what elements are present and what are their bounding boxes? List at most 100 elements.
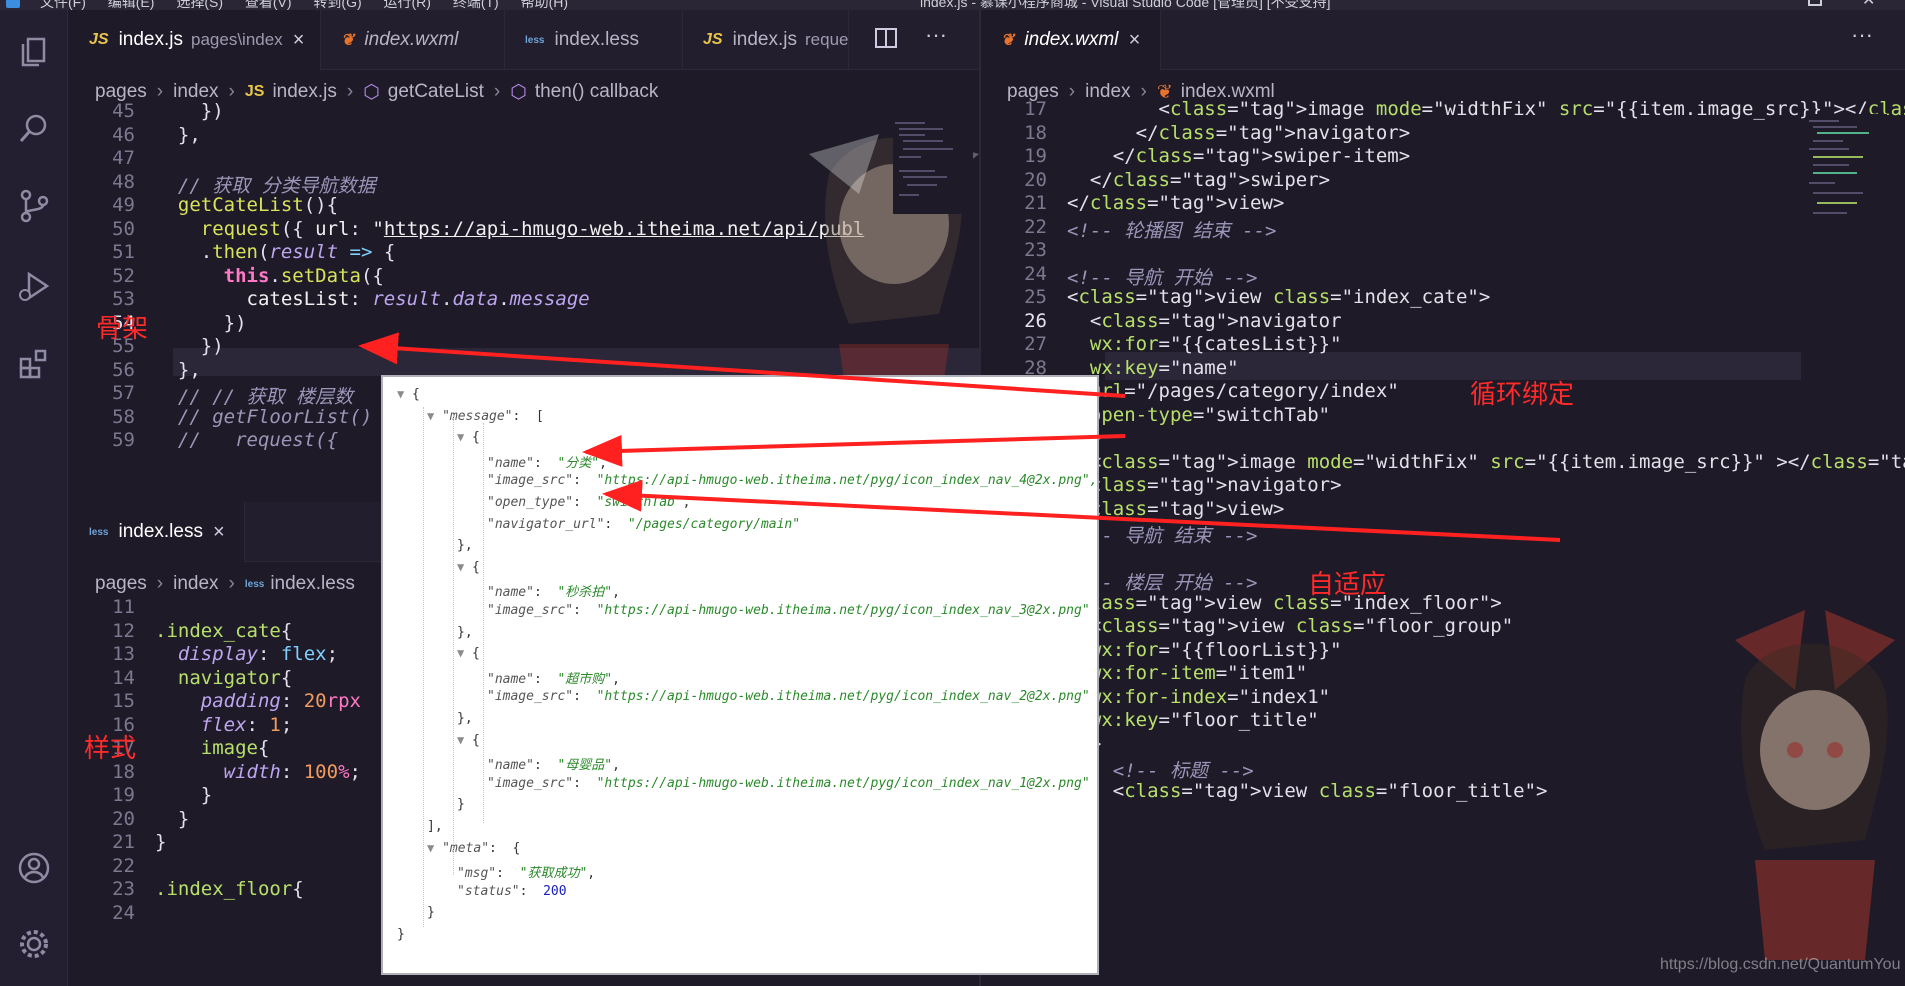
json-line: "name": "母婴品", (487, 758, 620, 774)
code-line[interactable]: // request({ (155, 429, 338, 451)
tab-index-less[interactable]: less index.less (505, 10, 683, 70)
json-line: "image_src": "https://api-hmugo-web.ithe… (487, 775, 1090, 791)
code-line[interactable]: url="/pages/category/index" (1067, 380, 1399, 402)
less-file-icon: less (525, 34, 545, 46)
run-debug-icon[interactable] (14, 266, 54, 306)
code-line[interactable]: </class="tag">view> (1067, 192, 1284, 214)
code-line[interactable]: wx:key="floor_title" (1067, 709, 1319, 731)
code-line[interactable]: <class="tag">view class="floor_title"> (1067, 780, 1548, 802)
line-number: 23 (1024, 239, 1047, 261)
json-line: }, (457, 711, 473, 726)
code-line[interactable]: <class="tag">view class="floor_group" (1067, 615, 1513, 637)
code-line[interactable]: .index_cate{ (155, 620, 292, 642)
code-line[interactable]: .then(result => { (155, 241, 396, 263)
line-number: 22 (112, 854, 135, 877)
more-actions-icon[interactable]: ··· (925, 22, 947, 48)
code-line[interactable]: }) (155, 335, 224, 357)
line-number: 59 (112, 429, 135, 451)
code-line[interactable]: <class="tag">view class="index_cate"> (1067, 286, 1490, 308)
code-line[interactable]: <class="tag">navigator (1067, 310, 1342, 332)
code-line[interactable]: }) (155, 100, 224, 122)
annotation-adaptive: 自适应 (1308, 570, 1387, 600)
breadcrumb-item[interactable]: pages (95, 573, 147, 595)
code-editor[interactable]: 17 <class="tag">image mode="widthFix" sr… (981, 98, 1905, 986)
json-line: "status": 200 (457, 883, 567, 899)
tab-bar: JS index.js pages\index × ❦ index.wxml l… (69, 10, 979, 70)
close-tab-icon[interactable]: × (213, 521, 225, 544)
code-line[interactable]: </class="tag">swiper> (1067, 169, 1330, 191)
code-line[interactable]: image{ (155, 737, 270, 759)
tab-request-index-js[interactable]: JS index.js reques (683, 10, 849, 70)
code-line[interactable]: padding: 20rpx (155, 690, 361, 712)
tab-index-wxml[interactable]: ❦ index.wxml × (981, 10, 1161, 70)
line-number: 25 (1024, 286, 1047, 308)
split-editor-icon[interactable] (875, 28, 897, 48)
code-line[interactable]: .index_floor{ (155, 878, 304, 900)
code-line[interactable]: catesList: result.data.message (155, 288, 590, 310)
code-line[interactable]: } (155, 784, 212, 806)
code-line[interactable]: display: flex; (155, 643, 338, 665)
vscode-window: 文件(F) 编辑(E) 选择(S) 查看(V) 转到(G) 运行(R) 终端(T… (0, 0, 1905, 986)
code-line[interactable]: <class="tag">image mode="widthFix" src="… (1067, 451, 1905, 473)
code-line[interactable]: request({ url: "https://api-hmugo-web.it… (155, 218, 865, 240)
code-line[interactable]: flex: 1; (155, 714, 293, 736)
minimap[interactable] (1807, 114, 1887, 254)
breadcrumb-item[interactable]: index (173, 573, 218, 595)
restore-window-icon[interactable] (1808, 0, 1822, 6)
json-line: ▼ "message": [ (427, 408, 544, 424)
line-number: 27 (1024, 333, 1047, 355)
close-tab-icon[interactable]: × (1128, 29, 1140, 52)
tab-label: index.less (118, 521, 203, 542)
code-line[interactable]: <!-- 轮播图 结束 --> (1067, 216, 1276, 243)
code-line[interactable]: </class="tag">swiper-item> (1067, 145, 1410, 167)
javascript-file-icon: JS (703, 31, 723, 48)
line-number: 22 (1024, 215, 1047, 238)
code-line[interactable]: }) (155, 312, 247, 334)
breadcrumb-item[interactable]: index.less (270, 573, 355, 595)
code-line[interactable]: </class="tag">navigator> (1067, 474, 1342, 496)
code-line[interactable]: wx:for-item="item1" (1067, 662, 1307, 684)
settings-gear-icon[interactable] (14, 924, 54, 964)
line-number: 21 (1024, 192, 1047, 214)
line-number: 46 (112, 123, 135, 146)
more-actions-icon[interactable]: ··· (1851, 22, 1873, 48)
menu-bar[interactable]: 文件(F) 编辑(E) 选择(S) 查看(V) 转到(G) 运行(R) 终端(T… (40, 0, 568, 10)
code-line[interactable]: } (155, 831, 166, 853)
code-line[interactable]: navigator{ (155, 667, 292, 689)
json-line: "image_src": "https://api-hmugo-web.ithe… (487, 473, 1098, 489)
code-line[interactable]: } (155, 808, 189, 830)
close-window-icon[interactable]: ✕ (1862, 0, 1875, 10)
extensions-icon[interactable] (14, 344, 54, 384)
tab-index-less[interactable]: less index.less × (69, 502, 245, 562)
source-control-icon[interactable] (14, 186, 54, 226)
code-line[interactable]: <class="tag">image mode="widthFix" src="… (1067, 98, 1905, 120)
code-line[interactable]: // getFloorList() (155, 406, 372, 428)
code-line[interactable]: </class="tag">view> (1067, 498, 1284, 520)
wxml-file-icon: ❦ (1001, 32, 1015, 49)
search-icon[interactable] (14, 108, 54, 148)
minimap[interactable] (893, 114, 973, 214)
code-line[interactable]: open-type="switchTab" (1067, 404, 1330, 426)
code-line[interactable]: wx:for-index="index1" (1067, 686, 1330, 708)
explorer-icon[interactable] (14, 32, 54, 72)
code-line[interactable]: }, (155, 124, 201, 146)
line-number: 26 (1024, 309, 1047, 332)
line-number: 19 (112, 784, 135, 806)
code-line[interactable]: wx:for="{{catesList}}" (1067, 333, 1342, 355)
tab-index-js[interactable]: JS index.js pages\index × (69, 10, 321, 70)
line-number: 15 (112, 690, 135, 712)
line-number: 13 (112, 643, 135, 665)
close-tab-icon[interactable]: × (293, 29, 305, 52)
code-line[interactable]: </class="tag">navigator> (1067, 122, 1411, 144)
account-icon[interactable] (14, 848, 54, 888)
code-line[interactable]: this.setData({ (155, 265, 384, 287)
code-line[interactable]: getCateList(){ (155, 194, 338, 216)
code-line[interactable]: width: 100%; (155, 761, 361, 783)
json-line: ▼ { (457, 646, 480, 662)
code-line[interactable]: }, (155, 359, 201, 381)
code-line[interactable]: <class="tag">view class="index_floor"> (1067, 592, 1502, 614)
tab-label: index.js (118, 29, 183, 50)
json-line: "navigator_url": "/pages/category/main" (487, 516, 801, 532)
code-line[interactable]: wx:for="{{floorList}}" (1067, 639, 1342, 661)
tab-index-wxml[interactable]: ❦ index.wxml (321, 10, 505, 70)
